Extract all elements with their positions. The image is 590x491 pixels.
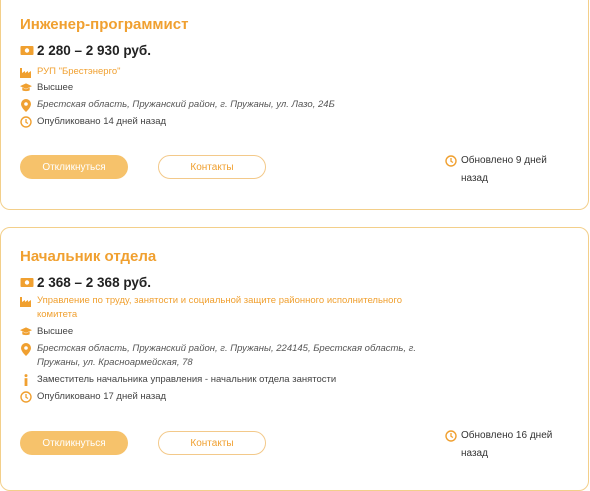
salary-value: 2 368 – 2 368 руб. [37, 275, 151, 290]
graduation-cap-icon [20, 82, 32, 94]
education-row: Высшее [20, 325, 73, 339]
updated-info: Обновлено 9 дней назад [445, 152, 561, 188]
updated-info: Обновлено 16 дней назад [445, 427, 561, 463]
clock-icon [20, 116, 32, 128]
vacancy-title[interactable]: Начальник отдела [20, 248, 156, 265]
published-value: Опубликовано 17 дней назад [37, 391, 167, 402]
vacancy-card: Начальник отдела 2 368 – 2 368 руб. Упра… [0, 227, 589, 491]
organization-row: Управление по труду, занятости и социаль… [20, 294, 417, 322]
published-row: Опубликовано 17 дней назад [20, 390, 166, 404]
address-row: Брестская область, Пружанский район, г. … [20, 98, 335, 112]
address-row: Брестская область, Пружанский район, г. … [20, 342, 417, 370]
factory-icon [20, 66, 32, 78]
education-value: Высшее [37, 326, 74, 337]
apply-button[interactable]: Откликнуться [20, 431, 128, 455]
apply-button[interactable]: Откликнуться [20, 155, 128, 179]
published-value: Опубликовано 14 дней назад [37, 116, 167, 127]
address-value: Брестская область, Пружанский район, г. … [37, 99, 335, 110]
clock-icon [20, 391, 32, 403]
updated-value: Обновлено 16 дней назад [461, 430, 553, 459]
salary-row: 2 280 – 2 930 руб. [20, 43, 151, 58]
organization-row: РУП "Брестэнерго" [20, 65, 120, 79]
organization-link[interactable]: Управление по труду, занятости и социаль… [37, 294, 417, 322]
contacts-button[interactable]: Контакты [158, 431, 266, 455]
published-row: Опубликовано 14 дней назад [20, 115, 166, 129]
updated-value: Обновлено 9 дней назад [461, 155, 547, 184]
education-row: Высшее [20, 81, 73, 95]
location-pin-icon [20, 98, 32, 112]
money-icon [20, 277, 34, 288]
graduation-cap-icon [20, 326, 32, 338]
location-pin-icon [20, 342, 32, 356]
factory-icon [20, 295, 32, 307]
info-value: Заместитель начальника управления - нача… [37, 374, 337, 385]
clock-icon [445, 430, 457, 442]
contacts-button[interactable]: Контакты [158, 155, 266, 179]
salary-row: 2 368 – 2 368 руб. [20, 275, 151, 290]
info-icon [20, 374, 32, 386]
education-value: Высшее [37, 82, 74, 93]
organization-link[interactable]: РУП "Брестэнерго" [37, 65, 120, 79]
salary-value: 2 280 – 2 930 руб. [37, 43, 151, 58]
money-icon [20, 45, 34, 56]
vacancy-card: Инженер-программист 2 280 – 2 930 руб. Р… [0, 0, 589, 210]
clock-icon [445, 155, 457, 167]
info-row: Заместитель начальника управления - нача… [20, 373, 336, 387]
vacancy-title[interactable]: Инженер-программист [20, 16, 188, 33]
address-value: Брестская область, Пружанский район, г. … [37, 343, 416, 368]
